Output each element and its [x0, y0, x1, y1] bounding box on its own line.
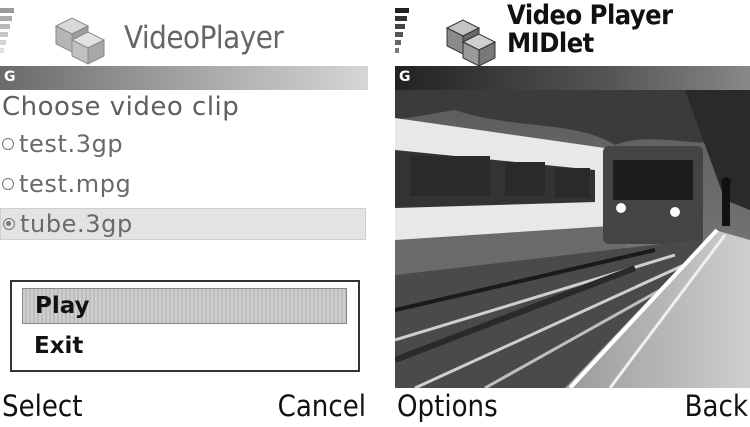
- status-band: G: [0, 66, 368, 90]
- app-title-line2: MIDlet: [507, 28, 594, 59]
- gap: [370, 0, 372, 427]
- radio-button-checked-icon[interactable]: [3, 218, 15, 230]
- softkey-right[interactable]: Back: [685, 388, 748, 424]
- video-player-midlet-screen: Video Player MIDlet G Options Back: [395, 0, 750, 427]
- list-heading: Choose video clip: [2, 92, 240, 122]
- clip-label: test.3gp: [19, 130, 124, 158]
- app-title-line1: Video Player: [507, 0, 673, 31]
- clip-option-selected[interactable]: tube.3gp: [0, 208, 366, 240]
- video-frame[interactable]: [395, 90, 750, 388]
- clip-label: tube.3gp: [20, 210, 133, 238]
- softkey-left[interactable]: Select: [2, 388, 83, 424]
- video-player-list-screen: VideoPlayer G Choose video clip test.3gp…: [0, 0, 368, 427]
- clip-label: test.mpg: [19, 170, 132, 198]
- status-band: G: [395, 66, 750, 90]
- softkey-right[interactable]: Cancel: [278, 388, 366, 424]
- options-menu: Play Exit: [10, 280, 360, 372]
- video-still-train-platform: [395, 90, 750, 388]
- menu-item-play[interactable]: Play: [22, 288, 347, 324]
- app-title: VideoPlayer: [124, 20, 284, 56]
- network-indicator: G: [399, 69, 411, 85]
- signal-strength-icon: [395, 8, 417, 72]
- signal-strength-icon: [0, 8, 22, 72]
- app-cubes-icon: [54, 17, 106, 65]
- clip-option[interactable]: test.3gp: [0, 128, 366, 160]
- menu-item-exit[interactable]: Exit: [22, 328, 347, 364]
- radio-button-icon[interactable]: [2, 138, 14, 150]
- clip-option[interactable]: test.mpg: [0, 168, 366, 200]
- radio-button-icon[interactable]: [2, 178, 14, 190]
- app-cubes-icon: [445, 19, 497, 67]
- softkey-left[interactable]: Options: [397, 388, 498, 424]
- network-indicator: G: [4, 69, 16, 85]
